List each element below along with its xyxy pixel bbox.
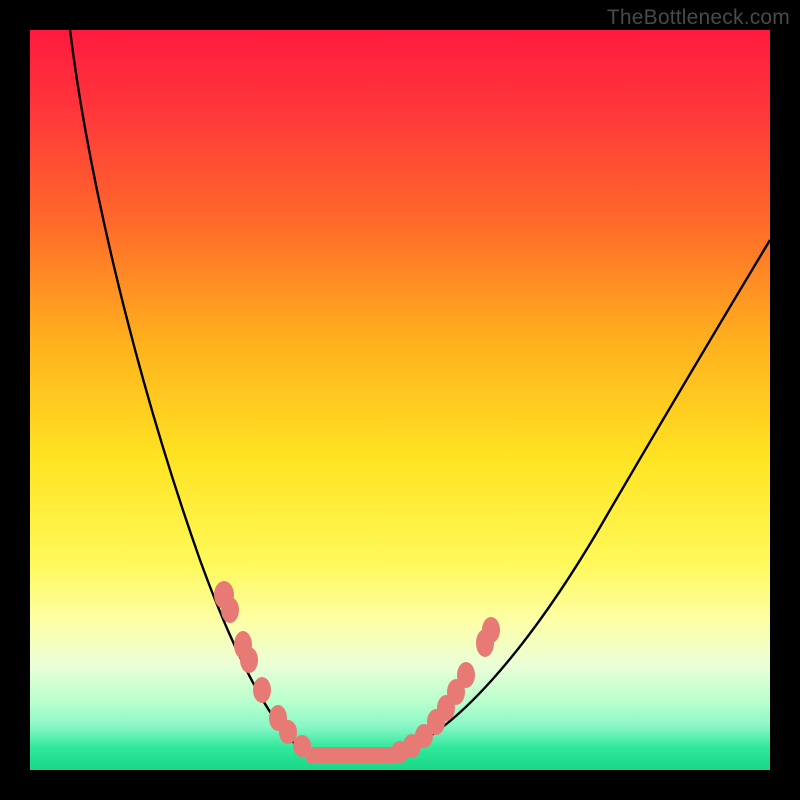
marker-dot xyxy=(240,647,258,673)
marker-dot xyxy=(482,617,500,643)
chart-frame: TheBottleneck.com xyxy=(0,0,800,800)
curve-min-bar xyxy=(305,747,400,764)
plot-area xyxy=(30,30,770,770)
marker-dots-group xyxy=(214,581,500,763)
curve-layer xyxy=(30,30,770,770)
bottleneck-curve xyxy=(70,30,770,755)
marker-dot xyxy=(221,597,239,623)
marker-dot xyxy=(457,662,475,688)
marker-dot xyxy=(253,677,271,703)
watermark-text: TheBottleneck.com xyxy=(607,6,790,30)
